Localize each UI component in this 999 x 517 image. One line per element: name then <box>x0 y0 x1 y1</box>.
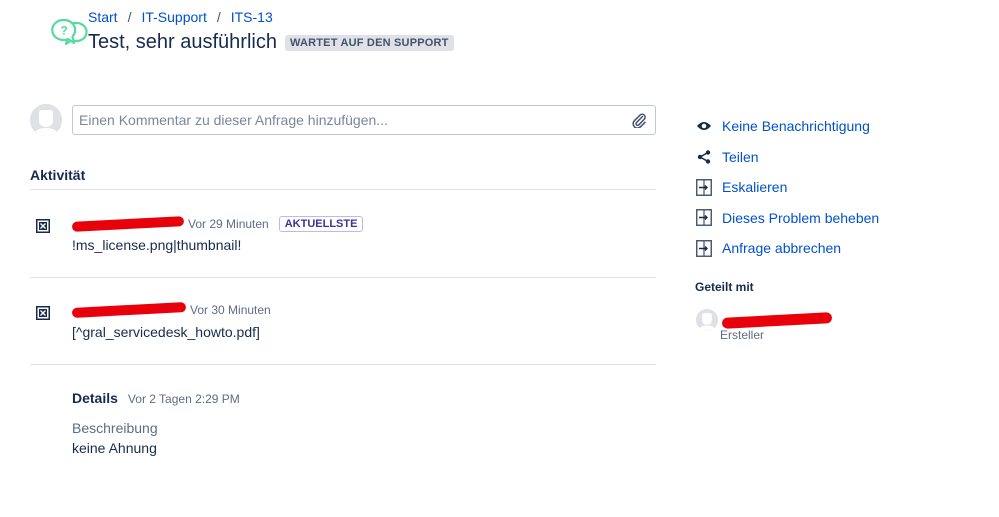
redacted-user-name <box>721 312 833 329</box>
action-label: Dieses Problem beheben <box>722 209 880 226</box>
details-title: Details <box>72 390 118 406</box>
svg-text:?: ? <box>61 24 68 38</box>
breadcrumb-it-support[interactable]: IT-Support <box>141 9 206 25</box>
transition-icon <box>695 209 713 227</box>
comment-row <box>30 104 656 136</box>
redacted-author <box>71 216 185 232</box>
share-icon <box>695 148 713 166</box>
details-time: Vor 2 Tagen 2:29 PM <box>127 392 240 406</box>
redacted-author <box>71 302 187 318</box>
user-placeholder-icon <box>30 104 62 136</box>
description-value: keine Ahnung <box>72 440 157 456</box>
resolve-action[interactable]: Dieses Problem beheben <box>695 203 879 234</box>
notifications-toggle[interactable]: Keine Benachrichtigung <box>695 111 879 142</box>
page-title: Test, sehr ausführlich <box>88 31 277 53</box>
escalate-action[interactable]: Eskalieren <box>695 172 879 203</box>
request-actions: Keine Benachrichtigung Teilen Eskalieren… <box>695 111 879 264</box>
transition-icon <box>695 178 713 196</box>
activity-time: Vor 29 Minuten <box>188 217 269 231</box>
shared-user: Ersteller <box>696 309 833 342</box>
shared-with-heading: Geteilt mit <box>695 280 754 294</box>
share-action[interactable]: Teilen <box>695 142 879 173</box>
breadcrumb-issue-key[interactable]: ITS-13 <box>231 9 273 25</box>
activity-item-header: Vor 30 Minuten <box>71 302 271 318</box>
divider <box>30 364 656 365</box>
user-placeholder-icon <box>696 309 718 331</box>
breadcrumb-separator: / <box>127 9 132 25</box>
title-row: Test, sehr ausführlich WARTET AUF DEN SU… <box>88 31 454 54</box>
broken-image-icon <box>36 219 50 233</box>
comment-input[interactable] <box>79 112 631 128</box>
activity-heading: Aktivität <box>30 167 86 183</box>
shared-user-role: Ersteller <box>720 328 765 342</box>
activity-item: Vor 29 Minuten AKTUELLSTE !ms_license.pn… <box>30 190 656 277</box>
broken-image-icon <box>36 306 50 320</box>
breadcrumb-separator: / <box>216 9 221 25</box>
details-header: Details Vor 2 Tagen 2:29 PM <box>72 390 240 406</box>
comment-input-box[interactable] <box>72 105 656 135</box>
activity-time: Vor 30 Minuten <box>190 303 271 317</box>
shared-user-avatar <box>696 309 718 331</box>
description-label: Beschreibung <box>72 420 158 436</box>
action-label: Anfrage abbrechen <box>722 240 842 257</box>
activity-item-header: Vor 29 Minuten AKTUELLSTE <box>71 216 364 232</box>
current-user-avatar <box>30 104 62 136</box>
eye-icon <box>695 117 713 135</box>
transition-icon <box>695 239 713 257</box>
activity-body: [^gral_servicedesk_howto.pdf] <box>72 324 260 340</box>
breadcrumb-start[interactable]: Start <box>88 9 118 25</box>
activity-item: Vor 30 Minuten [^gral_servicedesk_howto.… <box>30 278 656 364</box>
status-badge: WARTET AUF DEN SUPPORT <box>284 34 454 51</box>
service-desk-logo-icon: ? <box>51 18 88 46</box>
activity-body: !ms_license.png|thumbnail! <box>72 237 242 253</box>
action-label: Keine Benachrichtigung <box>722 118 870 135</box>
action-label: Eskalieren <box>722 179 788 196</box>
latest-badge: AKTUELLSTE <box>278 216 364 232</box>
breadcrumb: Start / IT-Support / ITS-13 <box>88 9 273 25</box>
action-label: Teilen <box>722 148 759 165</box>
shared-user-meta: Ersteller <box>720 309 833 342</box>
cancel-request-action[interactable]: Anfrage abbrechen <box>695 233 879 264</box>
paperclip-icon[interactable] <box>631 112 647 128</box>
